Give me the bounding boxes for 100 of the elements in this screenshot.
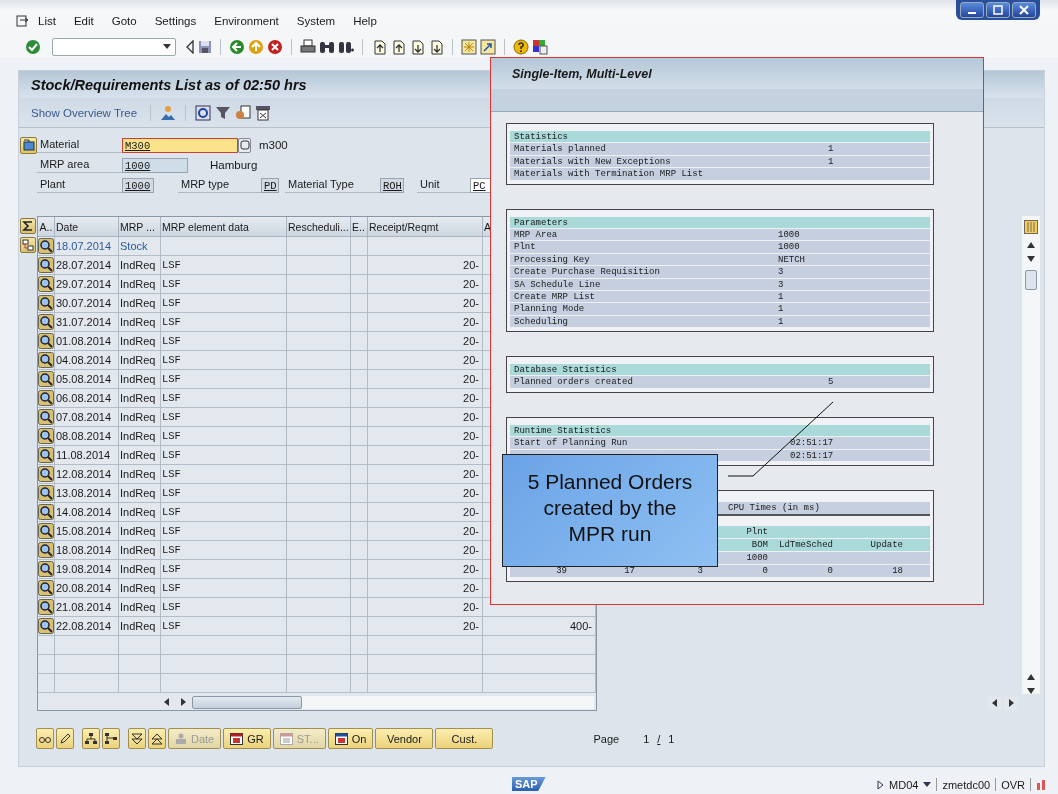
toolbar-button[interactable]: Cust.	[435, 728, 494, 749]
material-field[interactable]: M300	[122, 137, 238, 153]
sum-button[interactable]	[20, 218, 36, 234]
table-cell	[351, 351, 368, 370]
scroll-thumb[interactable]	[1025, 270, 1037, 290]
person-icon[interactable]	[160, 104, 177, 121]
table-cell	[287, 617, 351, 636]
menu-icon[interactable]	[16, 15, 30, 27]
table-cell	[287, 560, 351, 579]
menu-item[interactable]: Edit	[73, 15, 94, 27]
menu-item[interactable]: Help	[353, 15, 377, 27]
minimize-button[interactable]	[960, 2, 984, 18]
scroll-thumb[interactable]	[192, 695, 302, 709]
table-cell	[351, 446, 368, 465]
table-cell: IndReq	[119, 370, 161, 389]
close-button[interactable]	[1012, 2, 1036, 18]
last-page-icon[interactable]	[428, 38, 444, 55]
scroll-left-button[interactable]	[988, 696, 1002, 710]
table-cell: 21.08.2014	[55, 598, 119, 617]
table-cell	[287, 598, 351, 617]
mrp-type-field[interactable]: PD	[261, 177, 279, 193]
table-cell	[287, 522, 351, 541]
expand-all-button[interactable]	[128, 728, 146, 749]
refresh-icon[interactable]	[195, 104, 212, 121]
menu-item[interactable]: Environment	[214, 15, 279, 27]
hand-document-icon[interactable]	[235, 104, 252, 121]
cancel-icon[interactable]	[267, 38, 283, 55]
layout-icon[interactable]	[1024, 220, 1038, 234]
callout-box: 5 Planned Orders created by the MPR run	[502, 454, 718, 567]
check-icon[interactable]	[25, 38, 41, 55]
material-button[interactable]	[20, 136, 37, 154]
first-page-icon[interactable]	[371, 38, 387, 55]
save-icon[interactable]	[198, 39, 212, 54]
table-cell	[287, 674, 351, 693]
column-header[interactable]: Receipt/Reqmt	[368, 217, 483, 237]
expand-tree-button[interactable]	[82, 728, 100, 749]
column-header[interactable]: A..	[38, 217, 55, 237]
material-description: m300	[259, 139, 288, 151]
window-star-icon[interactable]	[461, 38, 477, 55]
toolbar-button[interactable]: GR	[223, 728, 271, 749]
table-cell: 20-	[368, 408, 483, 427]
caret-icon[interactable]	[163, 44, 171, 49]
command-field[interactable]	[52, 37, 176, 56]
column-header[interactable]: MRP element data	[161, 217, 287, 237]
expand-icon[interactable]	[877, 779, 885, 790]
scroll-down-icon[interactable]	[1027, 256, 1035, 262]
scroll-up-icon[interactable]	[1027, 674, 1035, 680]
material-type-field[interactable]: ROH	[380, 177, 404, 193]
previous-page-icon[interactable]	[390, 38, 406, 55]
column-header[interactable]: Rescheduli...	[287, 217, 351, 237]
menu-item[interactable]: List	[38, 15, 56, 27]
column-header[interactable]: E..	[351, 217, 368, 237]
filter-icon[interactable]	[215, 104, 232, 121]
collapse-tree-button[interactable]	[102, 728, 120, 749]
glasses-button[interactable]	[36, 728, 54, 749]
table-cell: IndReq	[119, 332, 161, 351]
table-cell	[55, 674, 119, 693]
table-cell	[351, 617, 368, 636]
table-cell	[287, 446, 351, 465]
row-value: 1000	[778, 228, 800, 241]
color-settings-icon[interactable]	[532, 38, 548, 55]
dropdown-icon[interactable]	[923, 782, 932, 787]
plant-field[interactable]: 1000	[122, 177, 154, 193]
menu-item[interactable]: Settings	[154, 15, 197, 27]
collapse-all-button[interactable]	[148, 728, 166, 749]
copy-button[interactable]	[238, 137, 251, 153]
scroll-up-icon[interactable]	[1027, 242, 1035, 248]
hierarchy-button[interactable]	[20, 237, 36, 253]
column-header[interactable]: MRP ...	[119, 217, 161, 237]
menu-item[interactable]: Goto	[111, 15, 137, 27]
maximize-icon	[993, 5, 1003, 15]
triangle-icon[interactable]	[185, 39, 195, 54]
folder-icon	[22, 139, 35, 151]
document-x-icon[interactable]	[255, 104, 272, 121]
row-value: 02:51:17	[790, 437, 834, 450]
transaction-code: MD04	[889, 778, 919, 791]
scroll-down-icon[interactable]	[1027, 688, 1035, 694]
scroll-right-button[interactable]	[1004, 696, 1018, 710]
menu-item[interactable]: System	[296, 15, 336, 27]
toolbar-button[interactable]: On	[327, 728, 374, 749]
column-header[interactable]: Date	[55, 217, 119, 237]
table-cell	[287, 294, 351, 313]
table-cell: 11.08.2014	[55, 446, 119, 465]
back-icon[interactable]	[229, 38, 245, 55]
chart-icon[interactable]	[1036, 778, 1048, 791]
edit-button[interactable]	[56, 728, 74, 749]
mrp-area-field[interactable]: 1000	[122, 157, 188, 173]
toolbar-button[interactable]: Vendor	[375, 728, 434, 749]
double-down-icon	[131, 732, 143, 745]
table-cell: LSF	[161, 503, 287, 522]
help-icon[interactable]	[513, 38, 529, 55]
print-icon[interactable]	[300, 38, 316, 55]
tree-icon	[105, 732, 117, 745]
row-value: 02:51:17	[790, 449, 834, 462]
table-cell: 18.08.2014	[55, 541, 119, 560]
maximize-button[interactable]	[986, 2, 1010, 18]
show-overview-tree-button[interactable]: Show Overview Tree	[27, 106, 142, 119]
table-cell: LSF	[161, 370, 287, 389]
mrp-area-description: Hamburg	[210, 159, 258, 171]
next-page-icon[interactable]	[409, 38, 425, 55]
